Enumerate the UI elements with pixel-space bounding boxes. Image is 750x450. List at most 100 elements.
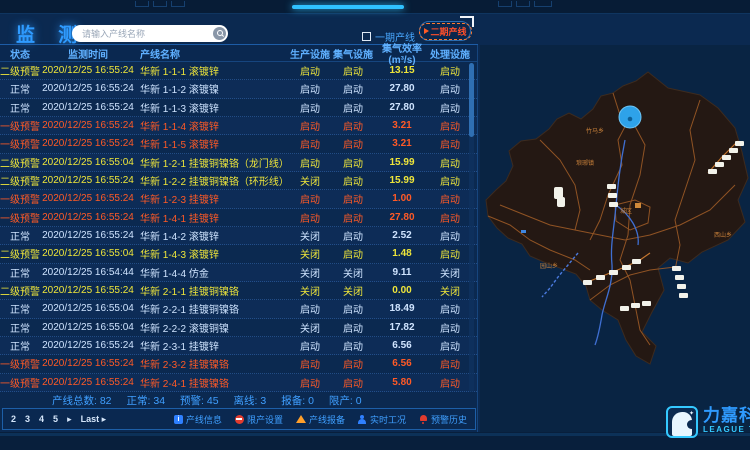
map-marker[interactable] [619,106,641,128]
monitoring-dashboard: 监 测 一期产线 二期产线 状态监测时间产线名称生产设施集气设施集气效率(m³/… [0,0,750,450]
cell-treat: 启动 [430,173,470,188]
table-row[interactable]: 一级预警2020/12/25 16:55:24华新 2-3-2 挂镀镍铬启动启动… [0,355,477,373]
table-row[interactable]: 一级预警2020/12/25 16:55:24华新 1-1-4 滚镀锌启动启动3… [0,117,477,135]
cell-status: 二级预警 [0,283,40,298]
cell-time: 2020/12/25 16:55:24 [40,230,136,241]
cell-status: 一级预警 [0,210,40,225]
cell-time: 2020/12/25 16:54:44 [40,267,136,278]
status-icon [358,415,367,424]
cell-status: 正常 [0,265,40,280]
flag-icon [424,28,429,34]
table-row[interactable]: 正常2020/12/25 16:55:04华新 2-2-2 滚镀铜镍关闭启动17… [0,319,477,337]
decor-rect [135,1,149,7]
decor-rect [498,1,512,7]
table-row[interactable]: 正常2020/12/25 16:55:24华新 1-4-2 滚镀锌关闭启动2.5… [0,227,477,245]
table-row[interactable]: 二级预警2020/12/25 16:55:04华新 1-4-3 滚镀锌关闭启动1… [0,245,477,263]
cell-prod: 关闭 [288,320,332,335]
page-button[interactable]: 2 [11,414,16,424]
cell-gas: 启动 [332,210,374,225]
cell-gas: 关闭 [332,283,374,298]
table-row[interactable]: 正常2020/12/25 16:54:44华新 1-4-4 仿金关闭关闭9.11… [0,264,477,282]
search-box[interactable] [72,25,228,42]
cell-name: 华新 2-3-2 挂镀镍铬 [136,356,288,371]
bottom-toolbar: 2345 ▸ Last ▸ i产线信息 限产设置产线报备实时工况 预警历史 [2,408,476,430]
column-header: 状态 [0,46,40,61]
cell-gas: 启动 [332,155,374,170]
cell-eff: 3.21 [374,138,430,149]
column-header: 生产设施 [288,46,332,61]
next-page-button[interactable]: ▸ [67,414,72,425]
legend-history[interactable]: 预警历史 [419,413,467,426]
cell-gas: 启动 [332,136,374,151]
corner-bracket [460,16,474,27]
legend-bar: i产线信息 限产设置产线报备实时工况 预警历史 [174,413,467,426]
summary-item: 预警: 45 [180,393,219,408]
cell-status: 一级预警 [0,356,40,371]
table-scrollbar[interactable] [469,63,474,392]
table-row[interactable]: 正常2020/12/25 16:55:04华新 2-2-1 挂镀铜镍铬启动启动1… [0,300,477,318]
table-header-row: 状态监测时间产线名称生产设施集气设施集气效率(m³/s)处理设施 [0,45,477,62]
table-row[interactable]: 正常2020/12/25 16:55:24华新 1-1-2 滚镀镍启动启动27.… [0,80,477,98]
cell-status: 正常 [0,228,40,243]
cell-treat: 启动 [430,63,470,78]
decor-glow-line [292,5,404,9]
cell-status: 一级预警 [0,375,40,390]
cell-treat: 启动 [430,136,470,151]
decor-rect [171,1,185,7]
cell-time: 2020/12/25 16:55:24 [40,138,136,149]
decor-rect [516,1,530,7]
page-button[interactable]: 5 [53,414,58,424]
table-row[interactable]: 二级预警2020/12/25 16:55:24华新 2-1-1 挂镀铜镍铬关闭关… [0,282,477,300]
legend-status[interactable]: 实时工况 [358,413,406,426]
table-row[interactable]: 一级预警2020/12/25 16:55:24华新 1-2-3 挂镀锌启动启动1… [0,190,477,208]
table-body: 二级预警2020/12/25 16:55:24华新 1-1-1 滚镀锌启动启动1… [0,62,477,392]
search-icon[interactable] [213,27,226,40]
cell-name: 华新 2-1-1 挂镀铜镍铬 [136,283,288,298]
cell-time: 2020/12/25 16:55:24 [40,120,136,131]
legend-info[interactable]: i产线信息 [174,413,222,426]
table-row[interactable]: 二级预警2020/12/25 16:55:04华新 1-2-1 挂镀铜镍铬（龙门… [0,154,477,172]
cell-treat: 关闭 [430,283,470,298]
cell-time: 2020/12/25 16:55:24 [40,65,136,76]
map-blue-dot [521,230,526,233]
page-button[interactable]: 3 [25,414,30,424]
table-row[interactable]: 一级预警2020/12/25 16:55:24华新 2-4-1 挂镀镍铬启动启动… [0,374,477,392]
table-row[interactable]: 正常2020/12/25 16:55:24华新 1-1-3 滚镀锌启动启动27.… [0,99,477,117]
cell-prod: 启动 [288,338,332,353]
cell-gas: 启动 [332,118,374,133]
cell-name: 华新 2-4-1 挂镀镍铬 [136,375,288,390]
legend-label: 限产设置 [247,413,283,426]
legend-label: 预警历史 [431,413,467,426]
cell-eff: 6.56 [374,358,430,369]
cell-name: 华新 1-4-4 仿金 [136,265,288,280]
checkbox-icon[interactable] [362,32,371,41]
cell-prod: 关闭 [288,246,332,261]
scrollbar-thumb[interactable] [469,63,474,137]
cell-eff: 3.21 [374,120,430,131]
cell-treat: 启动 [430,246,470,261]
search-input[interactable] [72,29,213,39]
cell-time: 2020/12/25 16:55:24 [40,102,136,113]
cell-gas: 启动 [332,63,374,78]
map-place-label: 琅琊镇 [576,159,594,167]
legend-report[interactable]: 产线报备 [296,413,345,426]
cell-prod: 启动 [288,356,332,371]
cell-treat: 启动 [430,210,470,225]
cell-name: 华新 2-3-1 挂镀锌 [136,338,288,353]
table-row[interactable]: 一级预警2020/12/25 16:55:24华新 1-4-1 挂镀锌启动启动2… [0,209,477,227]
cell-time: 2020/12/25 16:55:04 [40,322,136,333]
cell-status: 正常 [0,338,40,353]
table-row[interactable]: 二级预警2020/12/25 16:55:24华新 1-2-2 挂镀铜镍铬（环形… [0,172,477,190]
cell-gas: 启动 [332,356,374,371]
city-map: 竹马乡 琅琊镇 城区 西山乡 园山乡 [480,45,750,432]
last-page-button[interactable]: Last ▸ [81,414,107,425]
cell-treat: 启动 [430,375,470,390]
cell-gas: 启动 [332,81,374,96]
legend-limit[interactable]: 限产设置 [235,413,283,426]
table-row[interactable]: 正常2020/12/25 16:55:24华新 2-3-1 挂镀锌启动启动6.5… [0,337,477,355]
table-row[interactable]: 一级预警2020/12/25 16:55:24华新 1-1-5 滚镀锌启动启动3… [0,135,477,153]
page-button[interactable]: 4 [39,414,44,424]
summary-item: 限产: 0 [329,393,362,408]
table-row[interactable]: 二级预警2020/12/25 16:55:24华新 1-1-1 滚镀锌启动启动1… [0,62,477,80]
cell-name: 华新 1-1-1 滚镀锌 [136,63,288,78]
